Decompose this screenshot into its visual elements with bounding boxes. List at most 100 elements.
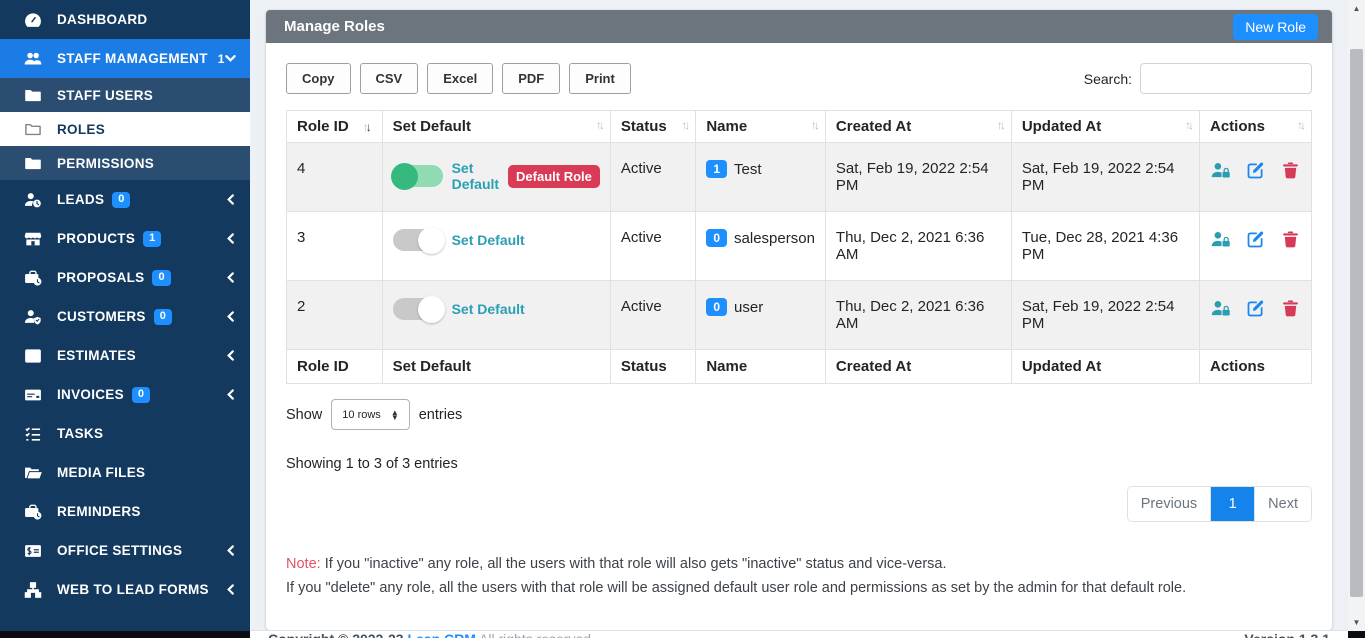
column-header-set-default[interactable]: Set Default↑↓ xyxy=(382,111,610,143)
pagination-previous[interactable]: Previous xyxy=(1128,487,1211,521)
table-row: 4 Set Default Default Role Active xyxy=(287,143,1312,212)
vertical-scrollbar: ▲ ▼ xyxy=(1348,0,1365,631)
user-lock-icon xyxy=(1210,160,1231,184)
footer-column-role-id[interactable]: Role ID xyxy=(287,350,383,384)
sidebar-item-invoices[interactable]: INVOICES 0 xyxy=(0,375,250,414)
footer-column-created-at[interactable]: Created At xyxy=(825,350,1011,384)
note-line-1: If you "inactive" any role, all the user… xyxy=(321,556,947,572)
trash-icon xyxy=(1280,298,1301,322)
sidebar-item-label: OFFICE SETTINGS xyxy=(57,543,182,558)
content: Manage Roles New Role Copy CSV Excel PDF… xyxy=(250,0,1348,630)
sidebar-item-permissions[interactable]: PERMISSIONS xyxy=(0,146,250,180)
set-default-toggle[interactable] xyxy=(393,298,443,320)
pdf-button[interactable]: PDF xyxy=(502,63,560,94)
person-clock-icon xyxy=(22,189,44,211)
sort-icon: ↑↓ xyxy=(596,118,602,132)
sidebar-item-dashboard[interactable]: DASHBOARD xyxy=(0,0,250,39)
sidebar: DASHBOARD STAFF MAMAGEMENT 1 STAFF USERS xyxy=(0,0,250,631)
note-prefix: Note: xyxy=(286,556,321,572)
table-toolbar: Copy CSV Excel PDF Print Search: xyxy=(286,63,1312,94)
chevron-left-icon xyxy=(225,545,236,556)
folder-icon xyxy=(22,118,44,140)
copyright-text: Copyright © 2022-23 Lean CRM All rights … xyxy=(268,631,595,638)
sidebar-item-staff-management[interactable]: STAFF MAMAGEMENT 1 xyxy=(0,39,250,78)
footer-column-status[interactable]: Status xyxy=(610,350,695,384)
excel-button[interactable]: Excel xyxy=(427,63,493,94)
footer-column-set-default[interactable]: Set Default xyxy=(382,350,610,384)
trash-icon xyxy=(1280,229,1301,253)
column-header-role-id[interactable]: Role ID↑↓ xyxy=(287,111,383,143)
invoices-badge: 0 xyxy=(132,387,150,403)
scrollbar-thumb[interactable] xyxy=(1350,49,1363,597)
column-header-created-at[interactable]: Created At↑↓ xyxy=(825,111,1011,143)
column-header-updated-at[interactable]: Updated At↑↓ xyxy=(1011,111,1199,143)
sidebar-item-reminders[interactable]: REMINDERS xyxy=(0,492,250,531)
brand-link[interactable]: Lean CRM xyxy=(407,631,475,638)
column-header-actions[interactable]: Actions↑↓ xyxy=(1200,111,1312,143)
scroll-up-arrow[interactable]: ▲ xyxy=(1348,0,1365,17)
sort-icon: ↑↓ xyxy=(681,118,687,132)
set-default-toggle[interactable] xyxy=(393,165,443,187)
print-button[interactable]: Print xyxy=(569,63,631,94)
sidebar-item-products[interactable]: PRODUCTS 1 xyxy=(0,219,250,258)
entries-label: entries xyxy=(419,407,463,423)
delete-action-button[interactable] xyxy=(1280,160,1301,184)
created-at-cell: Thu, Dec 2, 2021 6:36 AM xyxy=(825,212,1011,281)
updated-at-cell: Sat, Feb 19, 2022 2:54 PM xyxy=(1011,143,1199,212)
permissions-action-button[interactable] xyxy=(1210,160,1231,184)
footer-column-actions[interactable]: Actions xyxy=(1200,350,1312,384)
copy-button[interactable]: Copy xyxy=(286,63,351,94)
role-id-cell: 2 xyxy=(287,281,383,350)
page-footer: Copyright © 2022-23 Lean CRM All rights … xyxy=(250,630,1348,638)
sidebar-item-estimates[interactable]: ESTIMATES xyxy=(0,336,250,375)
page-size-select[interactable]: 10 rows ▲▼ xyxy=(331,399,409,430)
edit-action-button[interactable] xyxy=(1245,229,1266,253)
note-text: Note: If you "inactive" any role, all th… xyxy=(286,552,1312,600)
sidebar-item-staff-users[interactable]: STAFF USERS xyxy=(0,78,250,112)
status-cell: Active xyxy=(610,212,695,281)
products-badge: 1 xyxy=(143,231,161,247)
card-body: Copy CSV Excel PDF Print Search: xyxy=(266,43,1332,630)
pagination-next[interactable]: Next xyxy=(1255,487,1311,521)
chevron-left-icon xyxy=(225,311,236,322)
permissions-action-button[interactable] xyxy=(1210,298,1231,322)
csv-button[interactable]: CSV xyxy=(360,63,419,94)
delete-action-button[interactable] xyxy=(1280,229,1301,253)
edit-icon xyxy=(1245,160,1266,184)
sidebar-item-office-settings[interactable]: OFFICE SETTINGS xyxy=(0,531,250,570)
delete-action-button[interactable] xyxy=(1280,298,1301,322)
search-input[interactable] xyxy=(1140,63,1312,94)
permissions-action-button[interactable] xyxy=(1210,229,1231,253)
folder-icon xyxy=(22,152,44,174)
scroll-down-arrow[interactable]: ▼ xyxy=(1348,614,1365,631)
sidebar-item-proposals[interactable]: PROPOSALS 0 xyxy=(0,258,250,297)
customers-badge: 0 xyxy=(154,309,172,325)
sidebar-item-roles[interactable]: ROLES xyxy=(0,112,250,146)
version-text: Version 1.3.1 xyxy=(1244,631,1330,638)
toggle-knob xyxy=(418,296,445,323)
open-folder-icon xyxy=(22,462,44,484)
copyright-prefix: Copyright © 2022-23 xyxy=(268,631,404,638)
sort-icon: ↑↓ xyxy=(997,118,1003,132)
sidebar-item-tasks[interactable]: TASKS xyxy=(0,414,250,453)
footer-column-updated-at[interactable]: Updated At xyxy=(1011,350,1199,384)
column-header-name[interactable]: Name↑↓ xyxy=(696,111,826,143)
roles-table: Role ID↑↓ Set Default↑↓ Status↑↓ Name↑↓ … xyxy=(286,110,1312,384)
sidebar-item-customers[interactable]: CUSTOMERS 0 xyxy=(0,297,250,336)
sidebar-item-leads[interactable]: LEADS 0 xyxy=(0,180,250,219)
new-role-button[interactable]: New Role xyxy=(1233,14,1318,40)
table-row: 2 Set Default Active xyxy=(287,281,1312,350)
column-header-status[interactable]: Status↑↓ xyxy=(610,111,695,143)
edit-action-button[interactable] xyxy=(1245,160,1266,184)
columns-icon xyxy=(22,345,44,367)
created-at-cell: Thu, Dec 2, 2021 6:36 AM xyxy=(825,281,1011,350)
sidebar-item-label: TASKS xyxy=(57,426,103,441)
edit-action-button[interactable] xyxy=(1245,298,1266,322)
table-row: 3 Set Default Active xyxy=(287,212,1312,281)
footer-column-name[interactable]: Name xyxy=(696,350,826,384)
set-default-toggle[interactable] xyxy=(393,229,443,251)
sidebar-item-media-files[interactable]: MEDIA FILES xyxy=(0,453,250,492)
sidebar-item-web-to-lead-forms[interactable]: WEB TO LEAD FORMS xyxy=(0,570,250,609)
pagination-page-1[interactable]: 1 xyxy=(1211,487,1255,521)
pagination: Previous 1 Next xyxy=(1127,486,1312,522)
